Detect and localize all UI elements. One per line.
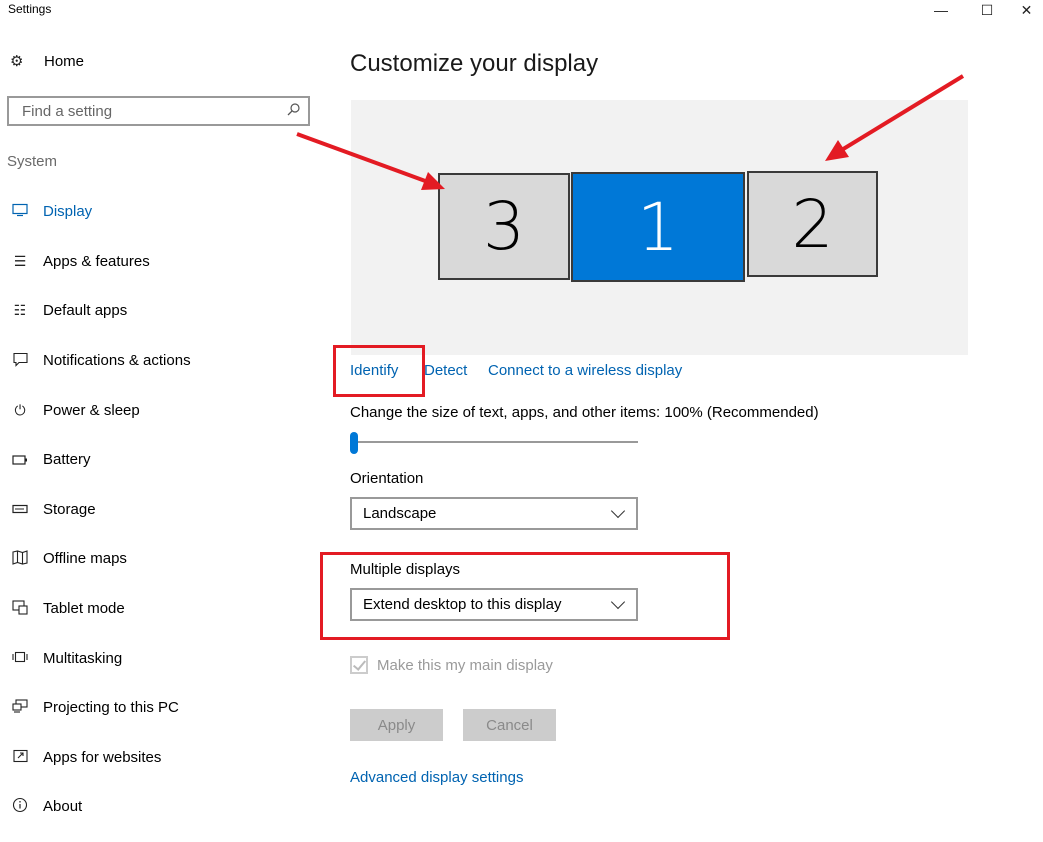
maximize-button[interactable]: ☐ [964, 0, 1010, 20]
search-box[interactable] [7, 96, 310, 126]
sidebar-item-label: Offline maps [43, 550, 127, 568]
info-icon [10, 797, 30, 816]
default-apps-icon: ☷ [13, 302, 27, 319]
scale-label: Change the size of text, apps, and other… [350, 404, 819, 421]
monitor-2[interactable]: 2 [747, 171, 878, 277]
monitor-3[interactable]: 3 [438, 173, 570, 280]
monitor-1[interactable]: 1 [571, 172, 745, 282]
main-display-checkbox-row[interactable]: Make this my main display [350, 656, 553, 674]
tablet-icon [10, 599, 30, 618]
orientation-dropdown[interactable]: Landscape [350, 497, 638, 530]
sidebar-item-storage[interactable]: Storage [0, 485, 320, 535]
detect-link[interactable]: Detect [424, 362, 467, 379]
speech-bubble-icon [10, 352, 30, 370]
section-label-system: System [7, 153, 58, 170]
sidebar-item-label: Display [43, 203, 93, 221]
chevron-down-icon [610, 503, 626, 519]
sidebar-item-label: Storage [43, 500, 96, 518]
multiple-displays-highlight-box [320, 552, 730, 640]
identify-highlight-box [333, 345, 425, 397]
battery-icon [10, 452, 30, 468]
apps-websites-icon [10, 749, 30, 766]
sidebar-item-tablet-mode[interactable]: Tablet mode [0, 584, 320, 634]
sidebar-item-default-apps[interactable]: ☷ Default apps [0, 286, 320, 336]
sidebar-item-power-sleep[interactable]: ⏻ Power & sleep [0, 385, 320, 435]
sidebar-item-label: Power & sleep [43, 401, 140, 419]
sidebar-item-apps-features[interactable]: ☰ Apps & features [0, 237, 320, 287]
monitor-icon [10, 203, 30, 220]
connect-wireless-display-link[interactable]: Connect to a wireless display [488, 362, 682, 379]
multitasking-icon [10, 650, 30, 666]
sidebar-item-label: Apps & features [43, 252, 150, 270]
sidebar-item-projecting[interactable]: Projecting to this PC [0, 683, 320, 733]
scale-slider-track[interactable] [354, 441, 638, 443]
sidebar-item-label: Battery [43, 451, 91, 469]
sidebar-item-label: Multitasking [43, 649, 123, 667]
scale-slider-thumb[interactable] [350, 432, 358, 454]
home-label: Home [44, 52, 85, 70]
sidebar-nav: Display ☰ Apps & features ☷ Default apps… [0, 187, 320, 832]
cancel-button[interactable]: Cancel [463, 709, 556, 741]
minimize-button[interactable]: — [918, 0, 964, 20]
sidebar-item-label: Notifications & actions [43, 352, 191, 370]
search-input[interactable] [20, 101, 287, 121]
sidebar-item-offline-maps[interactable]: Offline maps [0, 534, 320, 584]
sidebar-item-battery[interactable]: Battery [0, 435, 320, 485]
sidebar-item-about[interactable]: About [0, 782, 320, 832]
power-icon: ⏻ [14, 401, 26, 418]
sidebar-item-label: About [43, 798, 83, 816]
orientation-label: Orientation [350, 470, 424, 487]
sidebar-item-label: Tablet mode [43, 600, 125, 618]
window-title: Settings [8, 2, 52, 16]
sidebar-item-label: Default apps [43, 302, 128, 320]
projecting-icon [10, 699, 30, 716]
monitor-arrangement: 3 1 2 [351, 100, 968, 355]
list-icon: ☰ [13, 252, 27, 269]
gear-icon: ⚙ [10, 53, 24, 70]
page-title: Customize your display [350, 50, 599, 77]
sidebar-item-display[interactable]: Display [0, 187, 320, 237]
sidebar-item-label: Apps for websites [43, 748, 162, 766]
map-icon [10, 550, 30, 568]
sidebar-item-notifications[interactable]: Notifications & actions [0, 336, 320, 386]
home-nav-item[interactable]: ⚙ Home [10, 52, 85, 71]
apply-button[interactable]: Apply [350, 709, 443, 741]
sidebar-item-multitasking[interactable]: Multitasking [0, 633, 320, 683]
sidebar-item-apps-websites[interactable]: Apps for websites [0, 733, 320, 783]
search-icon[interactable] [287, 103, 300, 119]
main-display-label: Make this my main display [377, 656, 553, 674]
storage-icon [10, 501, 30, 517]
advanced-display-settings-link[interactable]: Advanced display settings [350, 769, 523, 786]
sidebar-item-label: Projecting to this PC [43, 699, 179, 717]
close-button[interactable]: ✕ [1010, 0, 1043, 20]
orientation-value: Landscape [363, 505, 437, 522]
main-display-checkbox[interactable] [350, 656, 368, 674]
